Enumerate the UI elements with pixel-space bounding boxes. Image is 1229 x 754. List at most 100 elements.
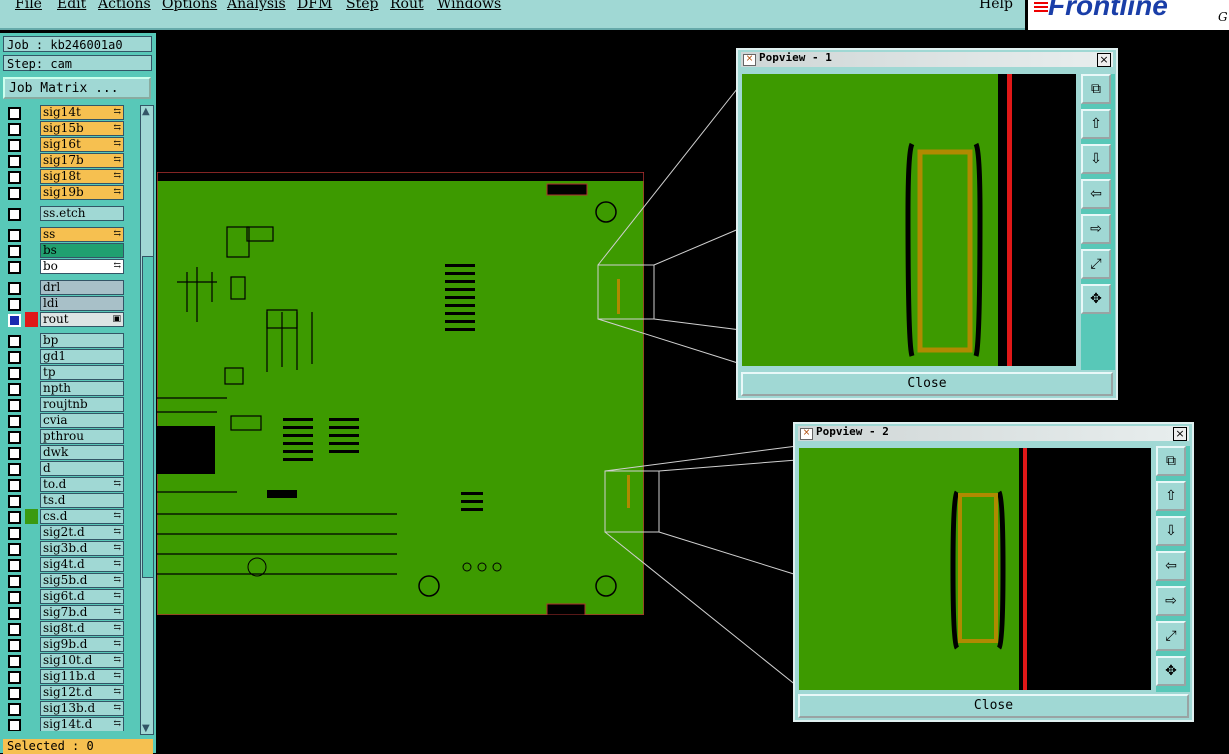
zoom-in-icon[interactable]: ⤢	[1156, 621, 1186, 651]
layer-row-sig17b[interactable]: sig17b ⇆	[2, 153, 138, 169]
layer-name[interactable]: sig17b ⇆	[40, 153, 124, 168]
layer-name[interactable]: d	[40, 461, 124, 476]
pan-down-icon[interactable]: ⇩	[1081, 144, 1111, 174]
layer-checkbox[interactable]	[8, 155, 21, 168]
layer-name[interactable]: ts.d	[40, 493, 124, 508]
popview-2-titlebar[interactable]: × Popview - 2 ×	[798, 425, 1189, 441]
layer-checkbox[interactable]	[8, 527, 21, 540]
layer-name[interactable]: gd1	[40, 349, 124, 364]
menu-help[interactable]: Help	[979, 0, 1013, 12]
layer-checkbox[interactable]	[8, 261, 21, 274]
layer-row-sig4t-d[interactable]: sig4t.d ⇆	[2, 557, 138, 573]
layer-name[interactable]: tp	[40, 365, 124, 380]
layer-row-sig9b-d[interactable]: sig9b.d ⇆	[2, 637, 138, 653]
menu-windows[interactable]: Windows	[437, 0, 501, 12]
menu-actions[interactable]: Actions	[98, 0, 151, 12]
menu-file[interactable]: File	[15, 0, 42, 12]
layer-row-tp[interactable]: tp	[2, 365, 138, 381]
layer-name[interactable]: sig5b.d ⇆	[40, 573, 124, 588]
layer-checkbox[interactable]	[8, 511, 21, 524]
layer-row-sig18t[interactable]: sig18t ⇆	[2, 169, 138, 185]
menu-rout[interactable]: Rout	[390, 0, 424, 12]
layer-row-drl[interactable]: drl	[2, 280, 138, 296]
layer-row-sig10t-d[interactable]: sig10t.d ⇆	[2, 653, 138, 669]
layer-name[interactable]: ss ⇆	[40, 227, 124, 242]
layer-row-ss-etch[interactable]: ss.etch	[2, 206, 138, 222]
layer-checkbox[interactable]	[8, 383, 21, 396]
layer-checkbox[interactable]	[8, 447, 21, 460]
layer-row-sig3b-d[interactable]: sig3b.d ⇆	[2, 541, 138, 557]
layer-checkbox[interactable]	[8, 639, 21, 652]
layer-name[interactable]: cs.d ⇆	[40, 509, 124, 524]
layer-row-ts-d[interactable]: ts.d	[2, 493, 138, 509]
layer-checkbox[interactable]	[8, 703, 21, 716]
layer-name[interactable]: sig14t ⇆	[40, 105, 124, 120]
layer-name[interactable]: sig3b.d ⇆	[40, 541, 124, 556]
layer-name[interactable]: sig2t.d ⇆	[40, 525, 124, 540]
layer-checkbox[interactable]	[8, 229, 21, 242]
layer-row-gd1[interactable]: gd1	[2, 349, 138, 365]
layer-row-bp[interactable]: bp	[2, 333, 138, 349]
pan-up-icon[interactable]: ⇧	[1081, 109, 1111, 139]
layer-name[interactable]: cvia	[40, 413, 124, 428]
layer-name[interactable]: bp	[40, 333, 124, 348]
layer-name[interactable]: roujtnb	[40, 397, 124, 412]
layer-row-rout[interactable]: rout ▣	[2, 312, 138, 328]
popview-2-close-button[interactable]: Close	[798, 694, 1189, 718]
layer-row-sig15b[interactable]: sig15b ⇆	[2, 121, 138, 137]
layer-row-bo[interactable]: bo ⇆	[2, 259, 138, 275]
scroll-up-icon[interactable]: ▲	[142, 106, 150, 117]
layer-row-sig8t-d[interactable]: sig8t.d ⇆	[2, 621, 138, 637]
layer-name[interactable]: npth	[40, 381, 124, 396]
layer-name[interactable]: ldi	[40, 296, 124, 311]
layer-name[interactable]: sig15b ⇆	[40, 121, 124, 136]
layer-checkbox[interactable]	[8, 607, 21, 620]
scroll-down-icon[interactable]: ▼	[142, 723, 150, 734]
popview-2-close-icon[interactable]: ×	[1173, 427, 1187, 441]
layer-name[interactable]: ss.etch	[40, 206, 124, 221]
pan-right-icon[interactable]: ⇨	[1081, 214, 1111, 244]
popview-1-canvas[interactable]	[742, 74, 1076, 366]
layer-row-cvia[interactable]: cvia	[2, 413, 138, 429]
layer-name[interactable]: sig18t ⇆	[40, 169, 124, 184]
layer-checkbox[interactable]	[8, 431, 21, 444]
popview-1-close-button[interactable]: Close	[741, 372, 1113, 396]
zoom-out-icon[interactable]: ✥	[1156, 656, 1186, 686]
job-matrix-button[interactable]: Job Matrix ...	[3, 77, 151, 99]
window-menu-icon[interactable]: ×	[800, 428, 813, 440]
layer-checkbox[interactable]	[8, 719, 21, 731]
layer-checkbox[interactable]	[8, 335, 21, 348]
layer-row-npth[interactable]: npth	[2, 381, 138, 397]
layer-checkbox[interactable]	[8, 655, 21, 668]
scroll-thumb[interactable]	[142, 256, 154, 578]
zoom-fit-icon[interactable]: ⧉	[1081, 74, 1111, 104]
layer-checkbox[interactable]	[8, 351, 21, 364]
menu-analysis[interactable]: Analysis	[227, 0, 286, 12]
layer-row-sig5b-d[interactable]: sig5b.d ⇆	[2, 573, 138, 589]
layer-checkbox[interactable]	[8, 298, 21, 311]
layer-row-sig2t-d[interactable]: sig2t.d ⇆	[2, 525, 138, 541]
pcb-board-view[interactable]	[157, 172, 644, 615]
popview-2-canvas[interactable]	[799, 448, 1151, 690]
layer-checkbox[interactable]	[8, 559, 21, 572]
layer-name[interactable]: sig11b.d ⇆	[40, 669, 124, 684]
layer-name[interactable]: sig10t.d ⇆	[40, 653, 124, 668]
pan-right-icon[interactable]: ⇨	[1156, 586, 1186, 616]
pan-down-icon[interactable]: ⇩	[1156, 516, 1186, 546]
menu-step[interactable]: Step	[346, 0, 378, 12]
layer-checkbox[interactable]	[8, 623, 21, 636]
layer-name[interactable]: sig7b.d ⇆	[40, 605, 124, 620]
layer-checkbox[interactable]	[8, 123, 21, 136]
layer-name[interactable]: sig16t ⇆	[40, 137, 124, 152]
layer-checkbox[interactable]	[8, 208, 21, 221]
layer-checkbox[interactable]	[8, 171, 21, 184]
layer-name[interactable]: sig8t.d ⇆	[40, 621, 124, 636]
layer-name[interactable]: sig14t.d ⇆	[40, 717, 124, 731]
layer-name[interactable]: sig19b ⇆	[40, 185, 124, 200]
layer-row-bs[interactable]: bs	[2, 243, 138, 259]
layer-checkbox[interactable]	[8, 415, 21, 428]
layer-name[interactable]: sig12t.d ⇆	[40, 685, 124, 700]
popview-1-titlebar[interactable]: × Popview - 1 ×	[741, 51, 1113, 67]
layer-checkbox[interactable]	[8, 479, 21, 492]
layer-checkbox[interactable]	[8, 543, 21, 556]
